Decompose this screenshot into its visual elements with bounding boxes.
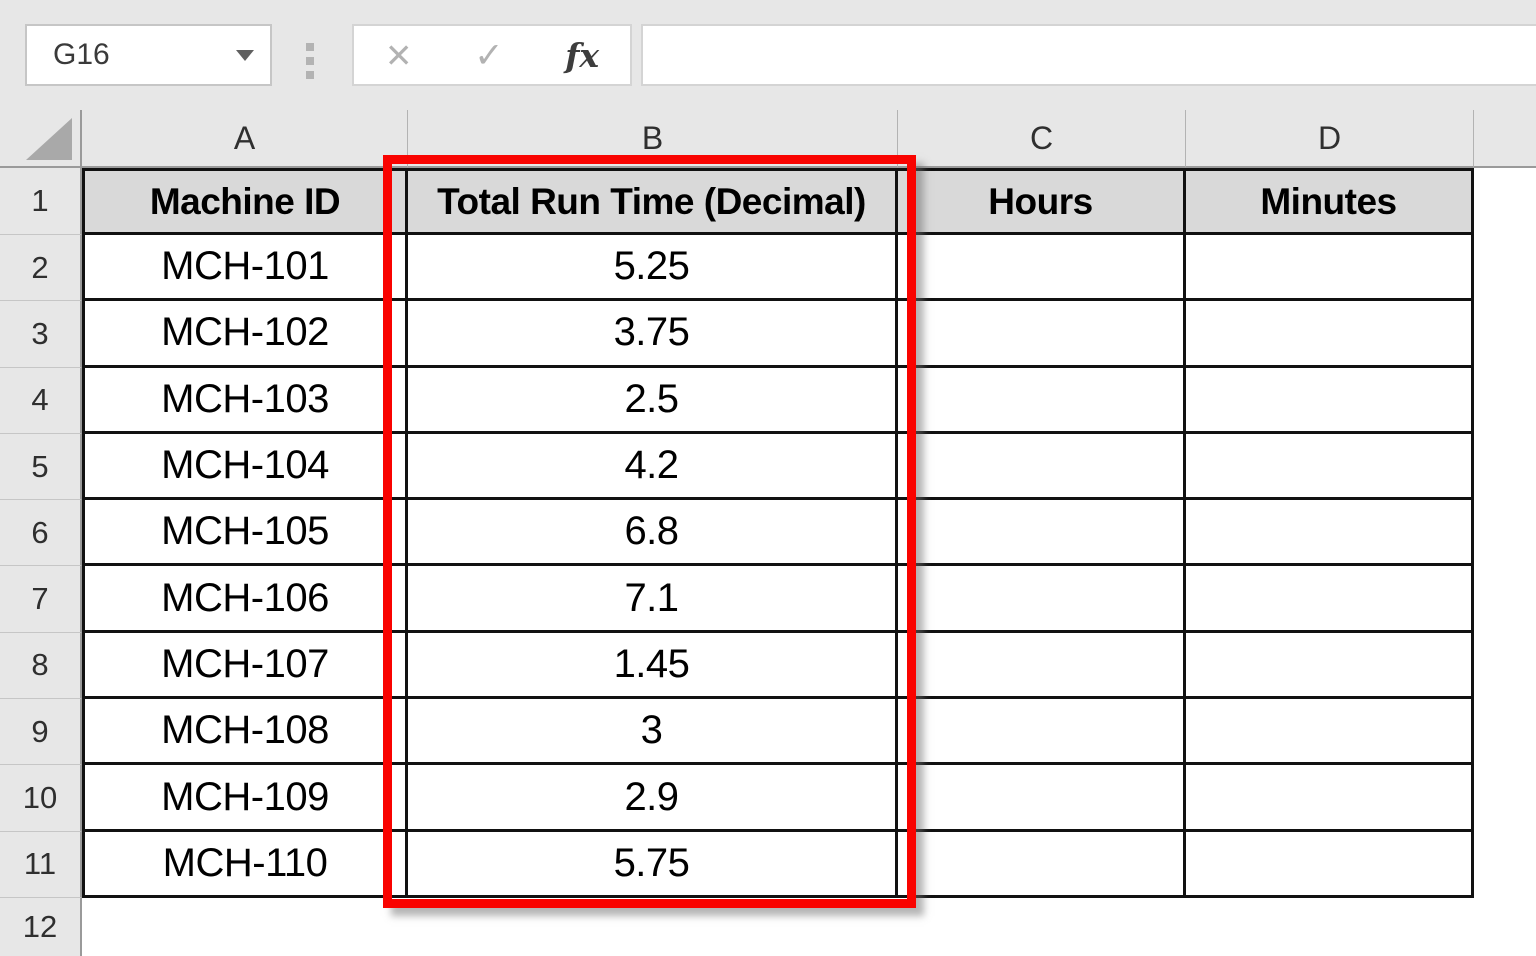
row-header[interactable]: 5 [0, 433, 82, 501]
cell-minutes[interactable] [1186, 632, 1474, 700]
cell-outside[interactable] [1474, 765, 1536, 832]
cell-c1-hours-header[interactable]: Hours [898, 168, 1186, 235]
cell-outside[interactable] [1474, 367, 1536, 434]
enter-icon[interactable]: ✓ [474, 38, 503, 73]
cell-hours[interactable] [898, 699, 1186, 766]
row-header[interactable]: 8 [0, 632, 82, 700]
row-header[interactable]: 10 [0, 765, 82, 832]
name-box-input[interactable] [27, 37, 215, 73]
cell-outside[interactable] [1474, 500, 1536, 567]
cell-machine-id[interactable]: MCH-110 [82, 831, 408, 898]
column-header-c[interactable]: C [898, 110, 1186, 168]
cell-minutes[interactable] [1186, 367, 1474, 434]
cell-minutes[interactable] [1186, 765, 1474, 832]
formula-bar[interactable] [641, 24, 1536, 86]
cell-run-time[interactable]: 3.75 [408, 301, 898, 368]
insert-function-icon[interactable]: fx [565, 39, 599, 72]
row-header[interactable]: 4 [0, 367, 82, 434]
row-header[interactable]: 1 [0, 168, 82, 235]
cell-machine-id[interactable]: MCH-105 [82, 500, 408, 567]
column-header-rest [1474, 110, 1536, 168]
cell-minutes[interactable] [1186, 433, 1474, 501]
cell-hours[interactable] [898, 235, 1186, 302]
row-header[interactable]: 11 [0, 831, 82, 898]
cell-minutes[interactable] [1186, 235, 1474, 302]
formula-buttons-group: ✕ ✓ fx [352, 24, 632, 86]
column-header-b[interactable]: B [408, 110, 898, 168]
select-all-corner[interactable] [0, 110, 82, 168]
cell-machine-id[interactable]: MCH-102 [82, 301, 408, 368]
cell-hours[interactable] [898, 433, 1186, 501]
cell-minutes[interactable] [1186, 566, 1474, 633]
cell-outside[interactable] [1474, 235, 1536, 302]
cell-d1-minutes-header[interactable]: Minutes [1186, 168, 1474, 235]
column-header-d[interactable]: D [1186, 110, 1474, 168]
column-header-a[interactable]: A [82, 110, 408, 168]
namebox-dropdown-icon[interactable] [236, 49, 254, 61]
cell-run-time[interactable]: 2.9 [408, 765, 898, 832]
cell-run-time[interactable]: 5.25 [408, 235, 898, 302]
cell-hours[interactable] [898, 301, 1186, 368]
cell-hours[interactable] [898, 632, 1186, 700]
select-all-icon [26, 118, 72, 160]
cell-machine-id[interactable]: MCH-107 [82, 632, 408, 700]
cell-minutes[interactable] [1186, 301, 1474, 368]
cell-run-time[interactable]: 1.45 [408, 632, 898, 700]
row-header[interactable]: 12 [0, 897, 82, 956]
cell-hours[interactable] [898, 765, 1186, 832]
name-box[interactable] [25, 24, 272, 86]
cell-machine-id[interactable]: MCH-103 [82, 367, 408, 434]
cell-a1-machine-id-header[interactable]: Machine ID [82, 168, 408, 235]
cell-run-time[interactable]: 5.75 [408, 831, 898, 898]
cell-machine-id[interactable]: MCH-109 [82, 765, 408, 832]
cell-minutes[interactable] [1186, 831, 1474, 898]
cell-b1-run-time-header[interactable]: Total Run Time (Decimal) [408, 168, 898, 235]
cell-outside[interactable] [82, 897, 1536, 956]
cell-outside[interactable] [1474, 168, 1536, 235]
row-header[interactable]: 2 [0, 235, 82, 302]
row-header[interactable]: 3 [0, 301, 82, 368]
cell-hours[interactable] [898, 566, 1186, 633]
cell-outside[interactable] [1474, 831, 1536, 898]
cell-minutes[interactable] [1186, 500, 1474, 567]
row-header[interactable]: 9 [0, 699, 82, 766]
cell-run-time[interactable]: 2.5 [408, 367, 898, 434]
cell-outside[interactable] [1474, 632, 1536, 700]
cell-outside[interactable] [1474, 566, 1536, 633]
cell-outside[interactable] [1474, 699, 1536, 766]
cell-outside[interactable] [1474, 301, 1536, 368]
cell-machine-id[interactable]: MCH-101 [82, 235, 408, 302]
cell-machine-id[interactable]: MCH-106 [82, 566, 408, 633]
cell-run-time[interactable]: 4.2 [408, 433, 898, 501]
cell-machine-id[interactable]: MCH-108 [82, 699, 408, 766]
cell-run-time[interactable]: 6.8 [408, 500, 898, 567]
spreadsheet-grid: A B C D 1 Machine ID Total Run Time (Dec… [0, 110, 1536, 956]
cell-machine-id[interactable]: MCH-104 [82, 433, 408, 501]
row-header[interactable]: 6 [0, 500, 82, 567]
cancel-icon[interactable]: ✕ [385, 39, 413, 72]
formula-bar-input[interactable] [643, 26, 1536, 84]
cell-run-time[interactable]: 3 [408, 699, 898, 766]
cell-run-time[interactable]: 7.1 [408, 566, 898, 633]
row-header[interactable]: 7 [0, 566, 82, 633]
cell-outside[interactable] [1474, 433, 1536, 501]
separator-dots-icon [306, 43, 314, 79]
cell-hours[interactable] [898, 500, 1186, 567]
formula-bar-chrome: ✕ ✓ fx [0, 0, 1536, 110]
cell-minutes[interactable] [1186, 699, 1474, 766]
cell-hours[interactable] [898, 367, 1186, 434]
cell-hours[interactable] [898, 831, 1186, 898]
